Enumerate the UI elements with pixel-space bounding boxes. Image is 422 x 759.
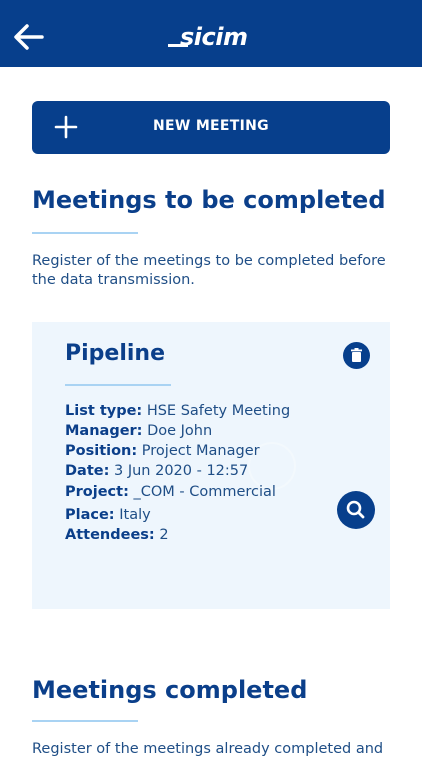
view-meeting-button[interactable] (337, 491, 375, 529)
meeting-card[interactable]: Pipeline List type: HSE Safety Meeting M… (32, 322, 390, 609)
detail-position: Position: Project Manager (65, 443, 260, 459)
trash-icon (351, 348, 362, 362)
new-meeting-button[interactable]: NEW MEETING (32, 101, 390, 154)
section-divider (32, 720, 138, 722)
detail-place: Place: Italy (65, 507, 151, 523)
back-arrow-icon (14, 24, 44, 50)
logo-text: sicim (180, 23, 248, 51)
detail-project: Project: _COM - Commercial (65, 484, 276, 500)
detail-list-type: List type: HSE Safety Meeting (65, 403, 291, 419)
section-description-to-complete: Register of the meetings to be completed… (32, 253, 386, 288)
search-icon (346, 500, 365, 519)
section-title-completed: Meetings completed (32, 676, 308, 704)
meeting-card-title: Pipeline (65, 341, 165, 366)
new-meeting-label: NEW MEETING (153, 118, 269, 134)
card-divider (65, 384, 171, 386)
detail-manager: Manager: Doe John (65, 423, 213, 439)
section-divider (32, 232, 138, 234)
back-button[interactable] (12, 22, 46, 52)
detail-attendees: Attendees: 2 (65, 527, 169, 543)
detail-date: Date: 3 Jun 2020 - 12:57 (65, 463, 249, 479)
delete-meeting-button[interactable] (343, 342, 370, 369)
section-title-to-complete: Meetings to be completed (32, 186, 386, 214)
app-header: sicim (0, 0, 422, 67)
